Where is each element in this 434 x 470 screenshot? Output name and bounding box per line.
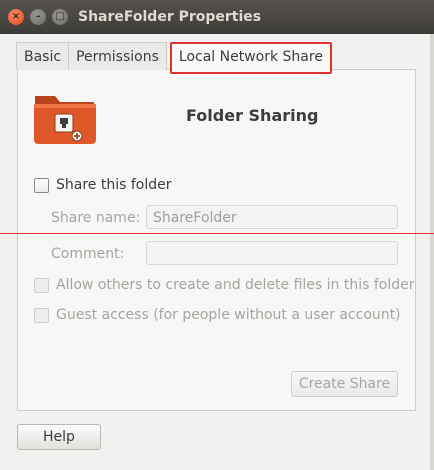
close-window-button[interactable]: ×: [8, 9, 24, 25]
tab-local-network-share[interactable]: Local Network Share: [169, 42, 332, 74]
maximize-window-button[interactable]: □: [52, 9, 68, 25]
comment-label: Comment:: [51, 246, 125, 262]
guest-access-checkbox[interactable]: [34, 308, 49, 323]
window-edge: [430, 34, 434, 470]
share-name-input[interactable]: ShareFolder: [146, 205, 398, 229]
shared-folder-icon: [34, 96, 96, 144]
title-bar: × – □ ShareFolder Properties: [0, 0, 434, 34]
folder-sharing-heading: Folder Sharing: [186, 106, 319, 125]
tab-permissions[interactable]: Permissions: [68, 42, 167, 70]
tab-bar: Basic Permissions Local Network Share: [16, 42, 332, 74]
highlight-line: [0, 233, 434, 234]
minimize-window-button[interactable]: –: [30, 9, 46, 25]
share-folder-checkbox[interactable]: [34, 178, 49, 193]
share-folder-label[interactable]: Share this folder: [56, 177, 172, 193]
share-name-label: Share name:: [51, 210, 141, 226]
window-title: ShareFolder Properties: [78, 9, 262, 25]
comment-input[interactable]: [146, 241, 398, 265]
help-button[interactable]: Help: [17, 424, 101, 450]
allow-others-checkbox[interactable]: [34, 278, 49, 293]
create-share-button[interactable]: Create Share: [291, 371, 398, 397]
allow-others-label[interactable]: Allow others to create and delete files …: [56, 277, 415, 293]
tab-basic[interactable]: Basic: [16, 42, 70, 70]
guest-access-label[interactable]: Guest access (for people without a user …: [56, 307, 401, 323]
